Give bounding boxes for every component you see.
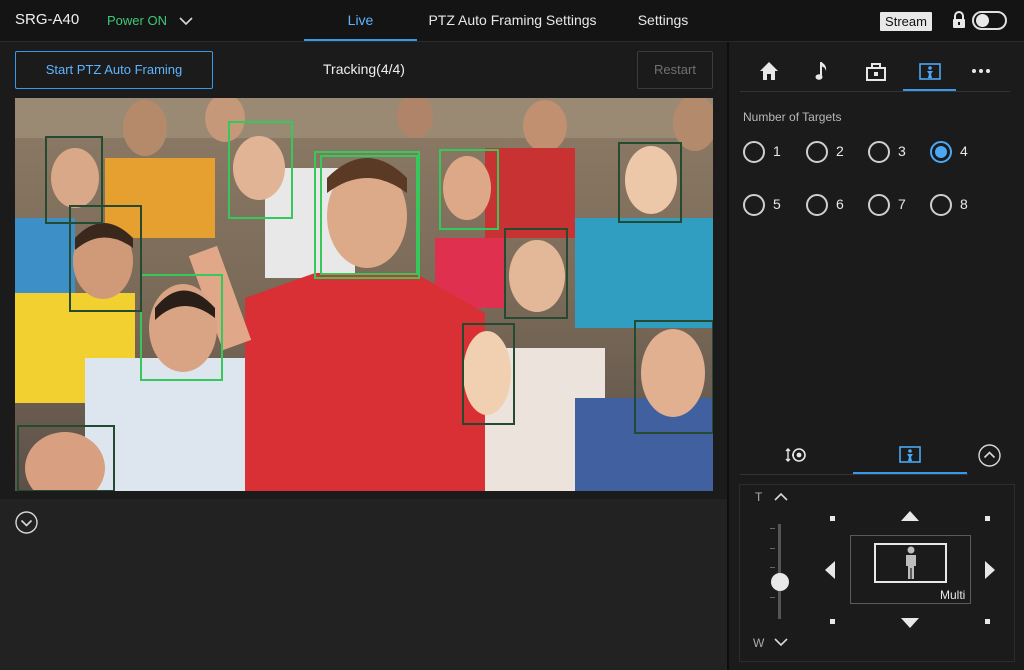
device-model: SRG-A40	[15, 11, 80, 28]
tab-live[interactable]: Live	[304, 12, 417, 28]
music-note-icon[interactable]	[810, 58, 836, 84]
control-tab-baseline	[740, 474, 968, 475]
tracking-status: Tracking(4/4)	[323, 61, 405, 77]
framing-mode-preview[interactable]: Multi	[850, 535, 971, 604]
expand-chevron-icon[interactable]	[15, 511, 38, 534]
zoom-slider-handle[interactable]	[771, 573, 789, 591]
framing-person-icon[interactable]	[917, 58, 943, 84]
target-option-7[interactable]: 7	[868, 193, 918, 217]
framing-mode-label: Multi	[940, 588, 966, 602]
zoom-in-chevron-icon[interactable]	[772, 490, 790, 504]
radio-label: 5	[773, 196, 781, 212]
radio-label: 2	[836, 143, 844, 159]
radio-label: 3	[898, 143, 906, 159]
zoom-tick	[770, 597, 775, 598]
pan-right-arrow-icon[interactable]	[985, 561, 995, 579]
toggle-knob	[976, 14, 989, 27]
lock-toggle[interactable]	[972, 11, 1007, 30]
tilt-down-arrow-icon[interactable]	[901, 618, 919, 628]
radio-circle	[868, 141, 890, 163]
restart-button[interactable]: Restart	[637, 51, 713, 89]
framing-person-icon[interactable]	[897, 444, 923, 466]
pan-tilt-up-left-button[interactable]	[830, 516, 835, 521]
pan-tilt-down-right-button[interactable]	[985, 619, 990, 624]
power-status[interactable]: Power ON	[107, 13, 167, 28]
target-option-6[interactable]: 6	[806, 193, 856, 217]
radio-circle	[806, 141, 828, 163]
radio-circle-selected	[930, 141, 952, 163]
active-control-tab-indicator	[853, 472, 967, 474]
target-option-5[interactable]: 5	[743, 193, 793, 217]
radio-circle	[868, 194, 890, 216]
tab-settings[interactable]: Settings	[628, 12, 698, 28]
person-silhouette-icon	[906, 546, 916, 579]
target-option-8[interactable]: 8	[930, 193, 980, 217]
zoom-wide-label: W	[753, 636, 765, 650]
target-option-3[interactable]: 3	[868, 140, 918, 164]
radio-label: 4	[960, 143, 968, 159]
target-option-1[interactable]: 1	[743, 140, 793, 164]
target-option-4[interactable]: 4	[930, 140, 980, 164]
zoom-tick	[770, 548, 775, 549]
panel-tab-baseline	[740, 91, 1010, 92]
number-of-targets-label: Number of Targets	[743, 110, 842, 124]
tilt-up-arrow-icon[interactable]	[901, 511, 919, 521]
radio-circle	[806, 194, 828, 216]
more-icon[interactable]	[968, 58, 994, 84]
chevron-down-icon[interactable]	[177, 12, 195, 30]
radio-circle	[930, 194, 952, 216]
radio-circle	[743, 141, 765, 163]
active-panel-tab-indicator	[903, 89, 956, 91]
pan-tilt-down-left-button[interactable]	[830, 619, 835, 624]
panel-divider	[727, 42, 729, 670]
zoom-tele-label: T	[755, 490, 763, 504]
top-bar: SRG-A40 Power ON Live PTZ Auto Framing S…	[0, 0, 1024, 42]
zoom-out-chevron-icon[interactable]	[772, 635, 790, 649]
lock-icon	[953, 11, 965, 28]
pan-left-arrow-icon[interactable]	[825, 561, 835, 579]
stream-button[interactable]: Stream	[880, 12, 932, 31]
tab-ptz-auto-framing-settings[interactable]: PTZ Auto Framing Settings	[425, 12, 600, 28]
camera-mount-icon[interactable]	[863, 58, 889, 84]
radio-label: 1	[773, 143, 781, 159]
pan-tilt-up-right-button[interactable]	[985, 516, 990, 521]
active-tab-indicator	[304, 39, 417, 41]
collapse-chevron-icon[interactable]	[978, 444, 1001, 467]
start-ptz-auto-framing-button[interactable]: Start PTZ Auto Framing	[15, 51, 213, 89]
zoom-tick	[770, 528, 775, 529]
ptz-joystick-icon[interactable]	[784, 444, 810, 466]
radio-label: 7	[898, 196, 906, 212]
zoom-slider-track[interactable]	[778, 524, 781, 619]
target-option-2[interactable]: 2	[806, 140, 856, 164]
home-icon[interactable]	[756, 58, 782, 84]
zoom-tick	[770, 567, 775, 568]
radio-label: 6	[836, 196, 844, 212]
live-video-feed[interactable]	[15, 98, 713, 491]
lower-panel	[0, 499, 727, 670]
radio-label: 8	[960, 196, 968, 212]
radio-circle	[743, 194, 765, 216]
video-frame-image	[15, 98, 713, 491]
